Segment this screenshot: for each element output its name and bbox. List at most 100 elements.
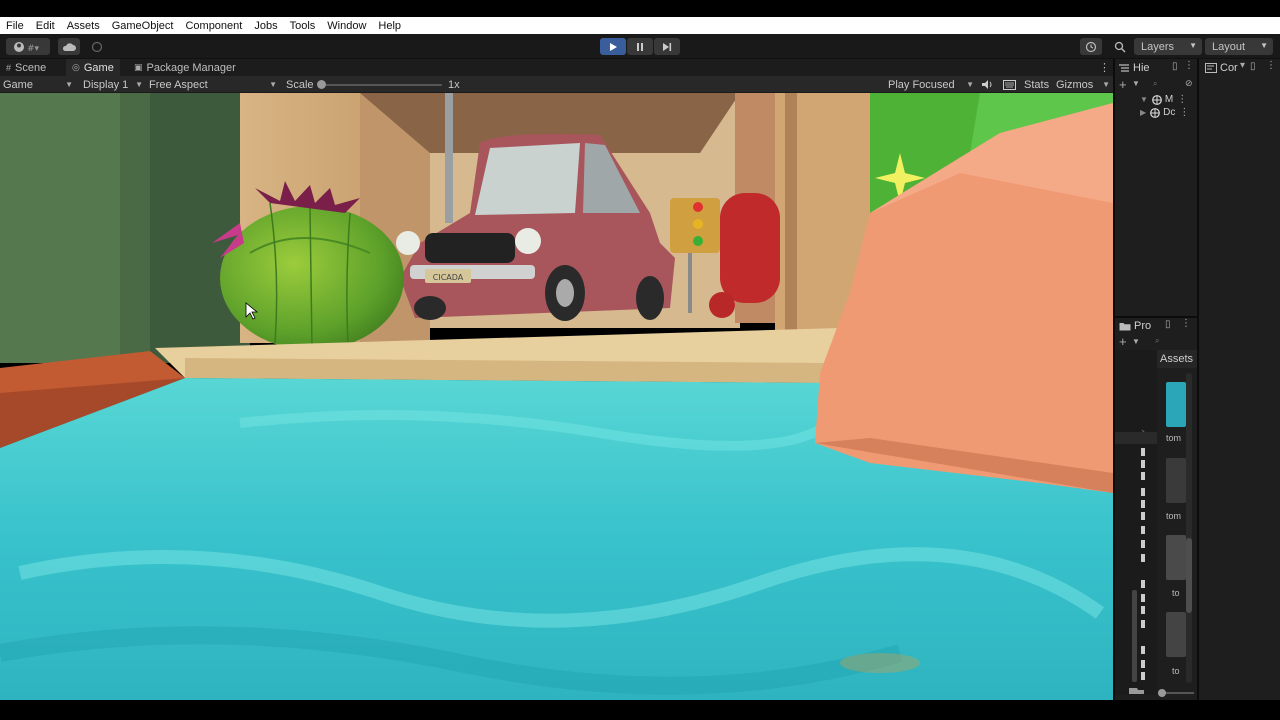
scale-slider-handle[interactable] — [317, 80, 326, 89]
scrollbar-thumb[interactable] — [1186, 538, 1192, 613]
menu-file[interactable]: File — [6, 20, 24, 32]
asset-thumbnail[interactable] — [1166, 612, 1186, 657]
layers-dropdown[interactable]: Layers ▼ — [1134, 38, 1202, 55]
lock-icon[interactable]: ▯ — [1250, 61, 1256, 72]
pause-icon — [637, 42, 643, 51]
hierarchy-item[interactable]: ▶ Dc ⋮ — [1140, 106, 1189, 119]
search-icon[interactable]: ⌕ — [1153, 79, 1157, 89]
assets-header-label: Assets — [1160, 353, 1194, 365]
display-label: Display 1 — [83, 78, 129, 91]
hierarchy-item[interactable]: ▼ M ⋮ — [1140, 93, 1187, 106]
tab-hierarchy[interactable]: Hie — [1118, 60, 1150, 76]
window-title-bar — [0, 0, 1280, 17]
tab-game-label: Game — [83, 61, 114, 74]
aspect-dropdown[interactable]: Free Aspect ▼ — [149, 77, 277, 92]
play-focused-dropdown[interactable]: Play Focused ▼ — [888, 77, 974, 92]
editor-tab-row: # Scene ◎ Game ▣ Package Manager ⋮ — [0, 59, 1113, 76]
cloud-icon — [62, 42, 76, 51]
history-icon — [1085, 41, 1097, 52]
game-mode-dropdown[interactable]: Game ▼ — [3, 77, 73, 92]
kebab-menu-icon[interactable]: ⋮ — [1181, 318, 1191, 329]
unity-scene-icon — [1152, 94, 1162, 105]
pause-button[interactable] — [627, 38, 653, 55]
chevron-down-icon[interactable]: ▼ — [1132, 337, 1140, 346]
layout-dropdown[interactable]: Layout ▼ — [1205, 38, 1273, 55]
tab-package-manager-label: Package Manager — [146, 61, 236, 74]
collab-button[interactable] — [86, 38, 108, 55]
tab-console[interactable]: Cor — [1205, 60, 1238, 76]
search-icon — [1114, 41, 1126, 52]
console-icon — [1205, 63, 1217, 73]
kebab-menu-icon[interactable]: ⋮ — [1266, 60, 1276, 71]
history-button[interactable] — [1080, 38, 1102, 55]
game-mode-label: Game — [3, 78, 33, 91]
game-viewport[interactable]: CICADA — [0, 93, 1113, 700]
hierarchy-list-icon — [1119, 64, 1129, 72]
display-dropdown[interactable]: Display 1 ▼ — [83, 77, 143, 92]
tab-scene[interactable]: # Scene — [0, 59, 52, 76]
menu-window[interactable]: Window — [327, 20, 366, 32]
play-focused-label: Play Focused — [888, 78, 955, 91]
play-button[interactable] — [600, 38, 626, 55]
keyboard-icon — [1003, 79, 1016, 90]
menu-help[interactable]: Help — [378, 20, 401, 32]
package-icon: ▣ — [134, 62, 143, 72]
scale-slider-track[interactable] — [322, 84, 442, 86]
chevron-down-icon[interactable]: ▼ — [1132, 79, 1140, 88]
folder-icon — [1119, 323, 1131, 331]
stats-toggle-icon-button[interactable] — [1003, 77, 1016, 92]
collab-icon — [91, 41, 103, 52]
chevron-down-icon[interactable]: ▾ — [1240, 60, 1245, 71]
create-plus-icon[interactable]: + — [1119, 77, 1127, 92]
stats-button[interactable]: Stats — [1024, 77, 1049, 92]
chevron-down-icon: ▼ — [966, 80, 974, 89]
kebab-menu-icon[interactable]: ⋮ — [1184, 60, 1194, 71]
step-icon — [663, 42, 672, 51]
hierarchy-tab-label: Hie — [1133, 62, 1150, 74]
step-button[interactable] — [654, 38, 680, 55]
search-icon[interactable]: ⌕ — [1155, 336, 1159, 346]
menu-component[interactable]: Component — [185, 20, 242, 32]
asset-thumbnail[interactable] — [1166, 535, 1186, 580]
tab-game[interactable]: ◎ Game — [66, 59, 120, 76]
asset-thumbnail[interactable] — [1166, 382, 1186, 427]
gizmos-dropdown[interactable]: Gizmos ▼ — [1056, 77, 1110, 92]
hierarchy-item-label: Dc — [1163, 107, 1176, 118]
menu-tools[interactable]: Tools — [290, 20, 316, 32]
kebab-menu-icon[interactable]: ⋮ — [1179, 107, 1189, 118]
chevron-down-icon: ▼ — [135, 80, 143, 89]
unity-scene-icon — [1150, 107, 1161, 118]
cloud-button[interactable] — [58, 38, 80, 55]
asset-thumbnail[interactable] — [1166, 458, 1186, 503]
search-button[interactable] — [1109, 38, 1131, 55]
project-scrollbar[interactable] — [1186, 373, 1192, 683]
account-button[interactable]: #▾ — [6, 38, 50, 55]
lock-icon[interactable]: ▯ — [1165, 319, 1171, 330]
tab-package-manager[interactable]: ▣ Package Manager — [128, 59, 242, 76]
panel-divider[interactable] — [1197, 59, 1199, 700]
svg-text:#▾: #▾ — [27, 44, 40, 53]
speaker-icon — [982, 80, 992, 89]
menu-assets[interactable]: Assets — [67, 20, 100, 32]
tab-project[interactable]: Pro — [1119, 318, 1151, 334]
tab-scene-label: Scene — [15, 61, 47, 74]
chevron-down-icon: ▼ — [1140, 95, 1148, 104]
lock-icon[interactable]: ▯ — [1172, 61, 1178, 72]
scene-visibility-icon[interactable]: ⊘ — [1185, 78, 1193, 89]
asset-label: tom — [1166, 433, 1182, 443]
kebab-menu-icon[interactable]: ⋮ — [1177, 94, 1187, 105]
create-plus-icon[interactable]: + — [1119, 334, 1127, 349]
thumbnail-size-slider-handle[interactable] — [1158, 689, 1166, 697]
layout-label: Layout — [1212, 40, 1246, 53]
menu-edit[interactable]: Edit — [36, 20, 55, 32]
menu-gameobject[interactable]: GameObject — [112, 20, 174, 32]
menu-jobs[interactable]: Jobs — [254, 20, 277, 32]
layers-label: Layers — [1141, 40, 1175, 53]
account-icon: #▾ — [14, 41, 40, 53]
mute-audio-button[interactable] — [981, 77, 993, 92]
gamepad-icon: ◎ — [72, 62, 80, 72]
console-tab-label: Cor — [1220, 62, 1238, 74]
chevron-down-icon: ▼ — [1102, 80, 1110, 89]
project-folder-tree[interactable] — [1115, 350, 1157, 695]
scale-value: 1x — [448, 78, 460, 91]
